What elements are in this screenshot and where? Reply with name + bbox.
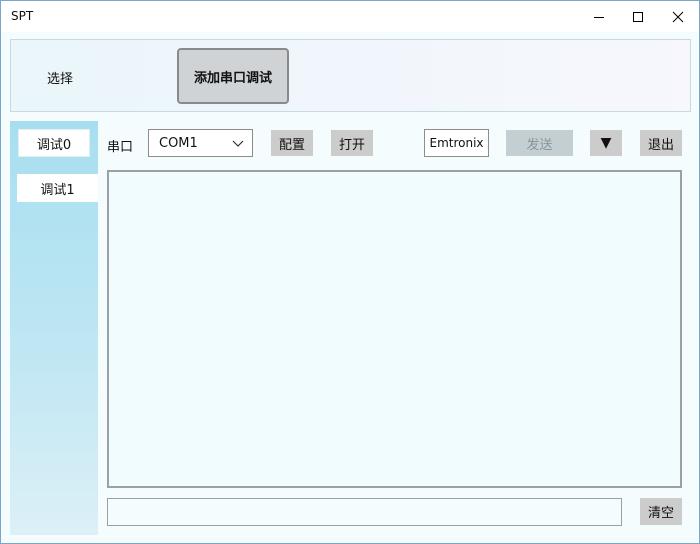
top-panel: 选择 添加串口调试 xyxy=(10,39,691,112)
chevron-down-icon xyxy=(232,140,244,147)
send-text-field[interactable]: Emtronix xyxy=(424,129,489,157)
port-select[interactable]: COM1 xyxy=(148,129,253,157)
tab-sidebar: 调试0 调试1 xyxy=(10,121,98,535)
close-icon xyxy=(672,11,684,22)
close-button[interactable] xyxy=(655,1,700,32)
send-button[interactable]: 发送 xyxy=(506,130,573,156)
command-input[interactable] xyxy=(107,498,622,526)
tab-debug-0[interactable]: 调试0 xyxy=(18,129,90,157)
clear-button[interactable]: 清空 xyxy=(640,498,682,525)
client-area: 选择 添加串口调试 调试0 调试1 串口 COM1 配置 打开 Emtronix… xyxy=(1,32,699,543)
dropdown-button[interactable]: ▼ xyxy=(590,130,622,156)
title-bar: SPT xyxy=(1,1,699,32)
port-select-value: COM1 xyxy=(159,135,198,151)
add-serial-debug-button[interactable]: 添加串口调试 xyxy=(177,48,289,104)
open-button[interactable]: 打开 xyxy=(331,130,373,156)
receive-output-area[interactable] xyxy=(107,170,682,488)
select-label: 选择 xyxy=(47,72,74,87)
port-label: 串口 xyxy=(107,140,134,155)
tab-debug-1[interactable]: 调试1 xyxy=(17,174,98,202)
exit-button[interactable]: 退出 xyxy=(640,130,682,156)
tab-divider xyxy=(98,121,106,535)
maximize-icon xyxy=(633,11,643,22)
minimize-icon xyxy=(594,16,604,18)
app-window: SPT 选择 添加串口调试 调试0 调试1 串口 COM1 配置 打开 Emtr… xyxy=(0,0,700,544)
window-title: SPT xyxy=(11,9,34,23)
config-button[interactable]: 配置 xyxy=(271,130,313,156)
